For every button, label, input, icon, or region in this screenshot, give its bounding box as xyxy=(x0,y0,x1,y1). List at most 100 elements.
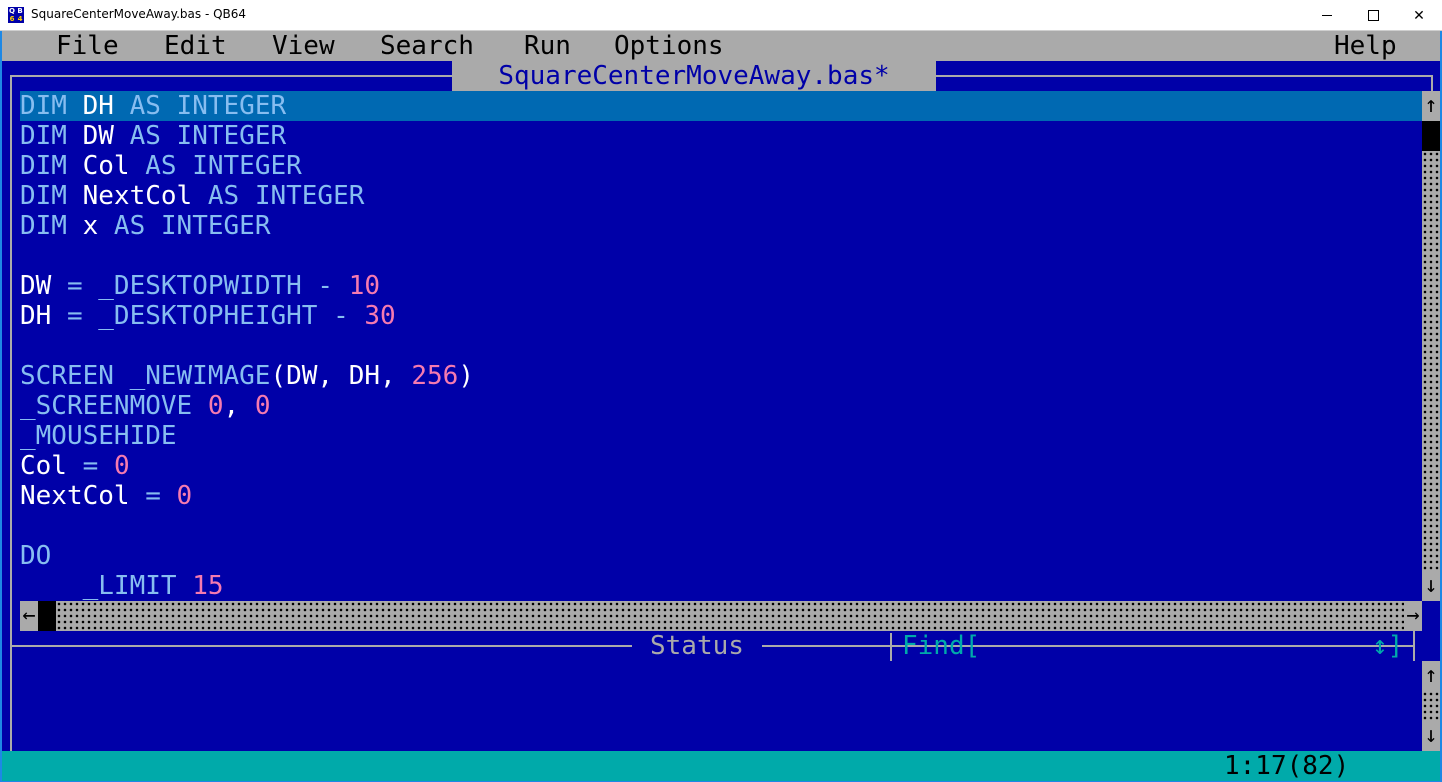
code-line[interactable] xyxy=(20,511,1422,541)
icon-letter: 4 xyxy=(17,15,23,23)
maximize-button[interactable] xyxy=(1350,0,1396,31)
code-token-op: - xyxy=(317,301,365,331)
scroll-down-button[interactable]: ↓ xyxy=(1422,571,1440,601)
code-line[interactable]: DH = _DESKTOPHEIGHT - 30 xyxy=(20,301,1422,331)
horizontal-scroll-thumb[interactable] xyxy=(38,601,56,631)
maximize-icon xyxy=(1367,10,1379,21)
code-token-num: 0 xyxy=(207,391,224,421)
code-editor[interactable]: DIM DH AS INTEGER DIM DW AS INTEGER DIM Co… xyxy=(20,91,1422,601)
code-token-kw: DIM xyxy=(20,211,83,241)
menu-options[interactable]: Options xyxy=(614,31,724,61)
code-line[interactable] xyxy=(20,331,1422,361)
code-token-kw: _DESKTOPWIDTH xyxy=(98,271,302,301)
editor-vertical-scrollbar[interactable] xyxy=(1422,91,1440,601)
code-line[interactable]: NextCol = 0 xyxy=(20,481,1422,511)
find-separator xyxy=(890,633,892,661)
code-token-kw: AS INTEGER xyxy=(129,151,302,181)
icon-letter: Q xyxy=(9,7,15,15)
code-token-kw: _DESKTOPHEIGHT xyxy=(98,301,318,331)
code-token-kw: _MOUSEHIDE xyxy=(20,421,177,451)
code-line[interactable]: DO xyxy=(20,541,1422,571)
code-line[interactable]: SCREEN _NEWIMAGE(DW, DH, 256) xyxy=(20,361,1422,391)
code-line[interactable]: DIM NextCol AS INTEGER xyxy=(20,181,1422,211)
menu-view[interactable]: View xyxy=(272,31,335,61)
arrow-left-icon: ← xyxy=(22,603,36,628)
arrow-right-icon: → xyxy=(1406,603,1420,628)
minimize-button[interactable] xyxy=(1304,0,1350,31)
close-button[interactable]: ✕ xyxy=(1396,0,1442,31)
window-titlebar: Q B 6 4 SquareCenterMoveAway.bas - QB64 … xyxy=(0,0,1442,31)
editor-horizontal-scrollbar[interactable] xyxy=(56,601,1404,631)
code-token-num: 10 xyxy=(348,271,381,301)
code-line[interactable] xyxy=(20,241,1422,271)
minimize-icon xyxy=(1322,15,1332,16)
code-token-kw: AS INTEGER xyxy=(113,121,287,151)
code-line[interactable]: DW = _DESKTOPWIDTH - 10 xyxy=(20,271,1422,301)
editor-border-right xyxy=(1431,75,1433,91)
status-border-right xyxy=(1413,631,1415,661)
code-line[interactable]: _LIMIT 15 xyxy=(20,571,1422,601)
code-token-id: DH xyxy=(82,91,114,121)
code-token-kw: _LIMIT xyxy=(20,571,193,601)
icon-letter: 6 xyxy=(9,15,15,23)
arrow-down-icon: ↓ xyxy=(1424,573,1438,598)
code-token-kw: AS INTEGER xyxy=(192,181,365,211)
scroll-left-button[interactable]: ← xyxy=(20,601,38,631)
code-token-kw: DIM xyxy=(20,151,83,181)
cursor-position: 1:17(82) xyxy=(1224,751,1350,781)
code-token-id: x xyxy=(82,211,99,241)
code-token-kw: _SCREENMOVE xyxy=(20,391,208,421)
code-token-num: 0 xyxy=(254,391,271,421)
code-token-num: 0 xyxy=(176,481,193,511)
code-token-kw: DIM xyxy=(20,181,83,211)
window-title: SquareCenterMoveAway.bas - QB64 xyxy=(31,7,247,21)
arrow-up-icon: ↑ xyxy=(1424,663,1438,688)
code-token-num: 30 xyxy=(364,301,396,331)
code-token-op: = xyxy=(51,271,99,301)
code-line[interactable]: _MOUSEHIDE xyxy=(20,421,1422,451)
code-token-op: - xyxy=(301,271,349,301)
code-token-id: DW xyxy=(82,121,114,151)
code-token-id: NextCol xyxy=(82,181,193,211)
code-token-num: 256 xyxy=(411,361,459,391)
find-field-label[interactable]: Find[ xyxy=(902,631,980,661)
menu-file[interactable]: File xyxy=(56,31,119,61)
code-token-op: = xyxy=(51,301,99,331)
code-line[interactable]: DIM DW AS INTEGER xyxy=(20,121,1422,151)
code-token-kw: AS INTEGER xyxy=(113,91,287,121)
code-token-op: = xyxy=(129,481,177,511)
code-token-id: DW xyxy=(20,271,52,301)
code-token-kw: AS INTEGER xyxy=(98,211,271,241)
code-token-num: 0 xyxy=(113,451,130,481)
vertical-scroll-thumb[interactable] xyxy=(1422,121,1440,151)
code-token-kw: DO xyxy=(20,541,52,571)
code-token-id: (DW, DH, xyxy=(270,361,412,391)
code-token-id: , xyxy=(223,391,255,421)
menu-bar: File Edit View Search Run Options Help xyxy=(2,31,1440,61)
code-line-current[interactable]: DIM DH AS INTEGER xyxy=(20,91,1422,121)
menu-search[interactable]: Search xyxy=(380,31,474,61)
arrow-down-icon: ↓ xyxy=(1424,723,1438,748)
find-field-toggle[interactable]: ↕] xyxy=(1372,631,1403,661)
code-token-kw: DIM xyxy=(20,91,83,121)
code-line[interactable]: Col = 0 xyxy=(20,451,1422,481)
code-token-id: Col xyxy=(20,451,67,481)
code-line[interactable]: DIM x AS INTEGER xyxy=(20,211,1422,241)
code-token-kw: DIM xyxy=(20,121,83,151)
status-scroll-up-button[interactable]: ↑ xyxy=(1422,661,1440,691)
code-line[interactable]: _SCREENMOVE 0, 0 xyxy=(20,391,1422,421)
scroll-up-button[interactable]: ↑ xyxy=(1422,91,1440,121)
editor-file-title: SquareCenterMoveAway.bas* xyxy=(452,61,936,91)
menu-help[interactable]: Help xyxy=(1334,31,1397,61)
code-line[interactable]: DIM Col AS INTEGER xyxy=(20,151,1422,181)
icon-letter: B xyxy=(17,7,23,15)
close-icon: ✕ xyxy=(1413,7,1425,24)
status-scroll-down-button[interactable]: ↓ xyxy=(1422,721,1440,751)
menu-edit[interactable]: Edit xyxy=(164,31,227,61)
code-token-id: Col xyxy=(82,151,130,181)
menu-run[interactable]: Run xyxy=(524,31,571,61)
code-token-id: DH xyxy=(20,301,52,331)
scroll-right-button[interactable]: → xyxy=(1404,601,1422,631)
editor-border-left xyxy=(10,75,12,751)
qb64-app-icon: Q B 6 4 xyxy=(8,7,24,23)
